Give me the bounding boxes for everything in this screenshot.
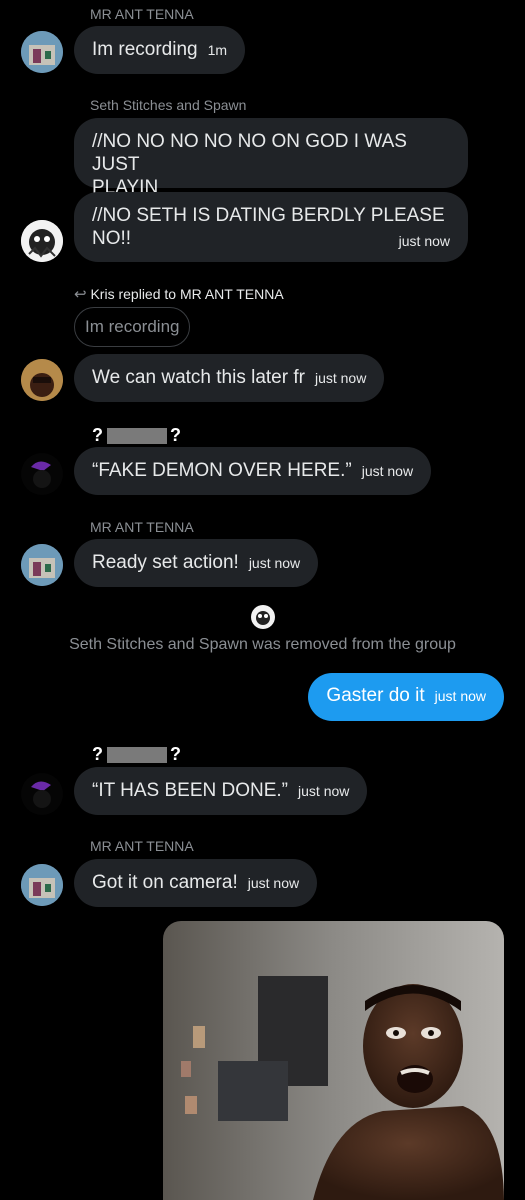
- quoted-message[interactable]: Im recording: [74, 307, 191, 347]
- message-bubble[interactable]: We can watch this later fr just now: [74, 354, 385, 402]
- message-bubble[interactable]: Got it on camera! just now: [74, 859, 318, 907]
- quoted-text: Im recording: [85, 317, 180, 336]
- avatar-mr-ant-tenna[interactable]: [21, 31, 63, 73]
- message-time: just now: [247, 875, 300, 891]
- message-text: We can watch this later fr: [92, 367, 305, 388]
- sender-name: MR ANT TENNA: [90, 519, 194, 535]
- sender-name-left: ?: [92, 744, 103, 764]
- avatar-seth[interactable]: [21, 220, 63, 262]
- message-time: just now: [361, 463, 414, 479]
- reply-label-text: Kris replied to MR ANT TENNA: [90, 286, 284, 302]
- sender-name: Seth Stitches and Spawn: [90, 97, 247, 113]
- message-time: just now: [248, 555, 301, 571]
- message-time: just now: [398, 233, 450, 249]
- message-bubble[interactable]: //NO SETH IS DATING BERDLY PLEASE NO!! j…: [74, 192, 468, 262]
- message-text: Im recording: [92, 39, 198, 60]
- message-text: “FAKE DEMON OVER HERE.”: [92, 460, 352, 481]
- message-text: “IT HAS BEEN DONE.”: [92, 780, 289, 801]
- message-text: Ready set action!: [92, 552, 239, 573]
- removed-user-avatar: [251, 605, 275, 629]
- sender-name-right: ?: [170, 425, 181, 445]
- message-text: NO!!: [92, 228, 132, 249]
- sender-name: MR ANT TENNA: [90, 6, 194, 22]
- avatar-mr-ant-tenna[interactable]: [21, 864, 63, 906]
- system-message: Seth Stitches and Spawn was removed from…: [69, 636, 456, 653]
- message-bubble[interactable]: Ready set action! just now: [74, 539, 319, 587]
- message-text: Gaster do it: [326, 685, 425, 706]
- message-text: //NO NO NO NO NO ON GOD I WAS JUST: [92, 131, 407, 175]
- message-bubble[interactable]: “IT HAS BEEN DONE.” just now: [74, 767, 368, 815]
- avatar-gaster[interactable]: [21, 453, 63, 495]
- avatar-kris[interactable]: [21, 359, 63, 401]
- message-bubble[interactable]: Im recording 1m: [74, 26, 246, 74]
- message-time: just now: [434, 688, 486, 704]
- redacted-sender-name: ??: [92, 425, 181, 446]
- message-text: Got it on camera!: [92, 872, 238, 893]
- my-message-bubble[interactable]: Gaster do it just now: [308, 673, 504, 721]
- message-bubble[interactable]: //NO NO NO NO NO ON GOD I WAS JUST PLAYI…: [74, 118, 468, 198]
- redaction-bar: [107, 747, 167, 764]
- reply-label: ↩ Kris replied to MR ANT TENNA: [74, 285, 284, 303]
- avatar-gaster[interactable]: [21, 773, 63, 815]
- message-time: just now: [298, 783, 350, 799]
- redaction-bar: [107, 428, 167, 445]
- reply-icon: ↩: [74, 286, 87, 303]
- message-time: just now: [314, 370, 367, 386]
- image-attachment[interactable]: [163, 921, 504, 1200]
- sender-name-right: ?: [170, 744, 181, 764]
- redacted-sender-name: ??: [92, 744, 181, 765]
- sender-name: MR ANT TENNA: [90, 838, 194, 854]
- message-text: //NO SETH IS DATING BERDLY PLEASE: [92, 205, 445, 226]
- avatar-mr-ant-tenna[interactable]: [21, 544, 63, 586]
- message-bubble[interactable]: “FAKE DEMON OVER HERE.” just now: [74, 447, 432, 495]
- sender-name-left: ?: [92, 425, 103, 445]
- message-time: 1m: [207, 42, 228, 58]
